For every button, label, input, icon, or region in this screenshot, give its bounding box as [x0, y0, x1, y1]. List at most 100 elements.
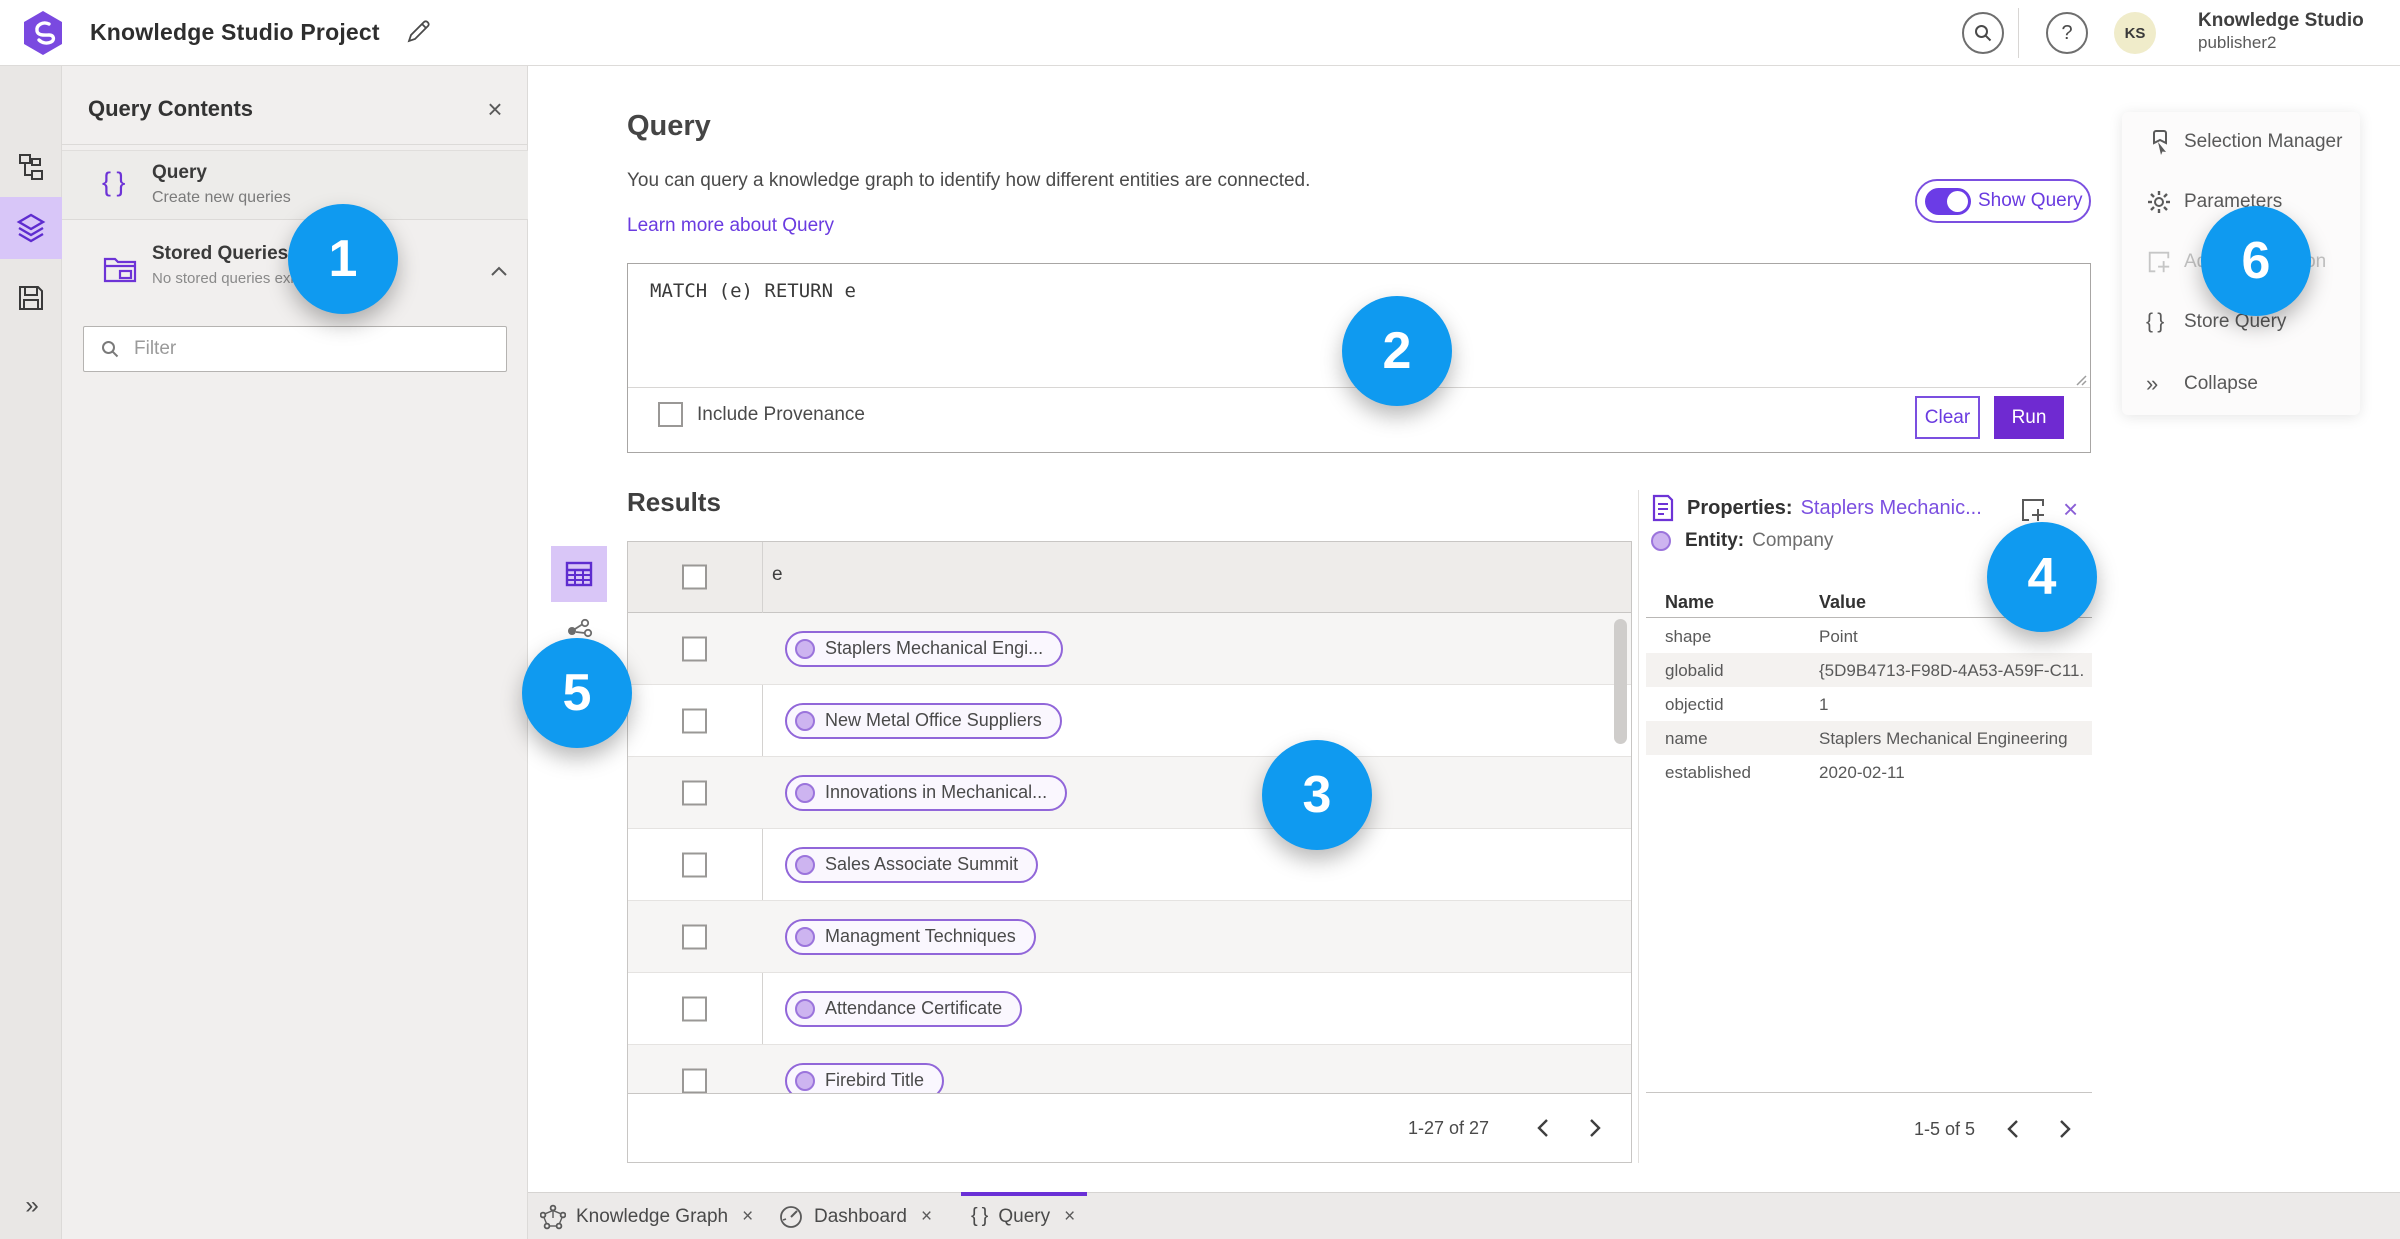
entity-dot-icon — [795, 1070, 815, 1091]
avatar[interactable]: KS — [2114, 12, 2156, 54]
include-provenance-checkbox[interactable] — [658, 402, 683, 427]
show-query-toggle-button[interactable]: Show Query — [1915, 179, 2091, 223]
rail-item-layers-active[interactable] — [0, 197, 62, 259]
row-checkbox[interactable] — [682, 1068, 707, 1093]
table-row[interactable]: Staplers Mechanical Engi... — [628, 613, 1631, 685]
property-row: established 2020-02-11 — [1646, 755, 2092, 789]
contents-panel-title: Query Contents — [88, 96, 254, 121]
braces-icon: { } — [2146, 310, 2165, 333]
learn-more-link[interactable]: Learn more about Query — [627, 215, 834, 237]
property-name: established — [1665, 763, 1752, 782]
selection-manager-icon — [2146, 128, 2180, 156]
filter-input[interactable] — [134, 338, 474, 360]
close-tab-icon[interactable]: × — [921, 1206, 932, 1228]
properties-prev-page-button[interactable] — [1996, 1112, 2030, 1146]
row-checkbox[interactable] — [682, 924, 707, 949]
entity-pill[interactable]: Firebird Title — [785, 1062, 945, 1093]
property-value: {5D9B4713-F98D-4A53-A59F-C11... — [1819, 661, 2084, 680]
property-name: shape — [1665, 627, 1712, 646]
help-button[interactable]: ? — [2046, 12, 2088, 54]
annotation-circle-3: 3 — [1262, 740, 1372, 850]
properties-rows: shape Point globalid {5D9B4713-F98D-4A53… — [1646, 619, 2092, 789]
entity-pill[interactable]: Innovations in Mechanical... — [785, 774, 1068, 811]
results-table: e Staplers Mechanical Engi... New Metal … — [627, 541, 1632, 1163]
entity-dot-icon — [795, 638, 815, 659]
entity-pill[interactable]: Managment Techniques — [785, 918, 1036, 955]
tab-dashboard[interactable]: Dashboard × — [778, 1193, 932, 1239]
expand-rail-button[interactable]: » — [0, 1178, 62, 1234]
annotation-circle-1: 1 — [288, 204, 398, 314]
table-view-button[interactable] — [551, 546, 607, 602]
page-title: Knowledge Studio Project — [90, 19, 380, 45]
table-row[interactable]: Sales Associate Summit — [628, 829, 1631, 901]
clear-button[interactable]: Clear — [1915, 396, 1980, 439]
tab-query-active[interactable]: { } Query × — [971, 1193, 1075, 1239]
properties-pagination-text: 1-5 of 5 — [1914, 1119, 1976, 1139]
properties-footer: 1-5 of 5 — [1646, 1092, 2092, 1163]
row-checkbox[interactable] — [682, 780, 707, 805]
tab-label: Dashboard — [814, 1205, 907, 1227]
tab-knowledge-graph[interactable]: Knowledge Graph × — [540, 1193, 753, 1239]
table-row[interactable]: Firebird Title — [628, 1045, 1631, 1093]
entity-pill[interactable]: Staplers Mechanical Engi... — [785, 630, 1064, 667]
select-all-checkbox[interactable] — [682, 564, 707, 590]
annotation-circle-4: 4 — [1987, 522, 2097, 632]
chevron-left-icon — [2007, 1120, 2018, 1138]
annotation-circle-6: 6 — [2201, 206, 2311, 316]
add-to-selection-icon — [2146, 249, 2180, 275]
toggle-on-switch[interactable] — [1925, 187, 1971, 215]
double-chevron-right-icon: » — [25, 1192, 38, 1219]
entity-pill[interactable]: Sales Associate Summit — [785, 846, 1039, 883]
entity-pill[interactable]: New Metal Office Suppliers — [785, 702, 1062, 739]
properties-next-page-button[interactable] — [2048, 1112, 2082, 1146]
entity-dot-icon — [795, 998, 815, 1019]
entity-pill[interactable]: Attendance Certificate — [785, 990, 1023, 1027]
knowledge-studio-logo-icon — [24, 11, 62, 55]
stored-queries-folder-icon — [102, 252, 138, 291]
rail-item-save[interactable] — [0, 267, 62, 329]
results-scrollbar-thumb[interactable] — [1614, 619, 1627, 744]
table-row[interactable]: New Metal Office Suppliers — [628, 685, 1631, 757]
hierarchy-icon — [19, 154, 43, 180]
properties-entity-link[interactable]: Staplers Mechanic... — [1801, 497, 1982, 520]
entity-type: Company — [1752, 530, 1834, 551]
search-button[interactable] — [1962, 12, 2004, 54]
table-row[interactable]: Managment Techniques — [628, 901, 1631, 973]
header-divider — [2018, 8, 2019, 58]
contents-item-query[interactable]: { } Query Create new queries — [62, 150, 528, 220]
table-row[interactable]: Attendance Certificate — [628, 973, 1631, 1045]
contents-close-button[interactable]: × — [478, 92, 512, 126]
close-tab-icon[interactable]: × — [742, 1206, 753, 1228]
divider — [62, 144, 528, 145]
row-checkbox[interactable] — [682, 852, 707, 877]
row-checkbox[interactable] — [682, 636, 707, 661]
results-next-page-button[interactable] — [1578, 1111, 1612, 1145]
table-row[interactable]: Innovations in Mechanical... — [628, 757, 1631, 829]
app-window: Knowledge Studio Project ? KS Knowledge … — [0, 0, 2400, 1239]
edit-title-icon[interactable] — [404, 18, 432, 46]
property-value: 1 — [1819, 695, 1829, 714]
chevron-up-icon — [491, 266, 507, 276]
property-row: objectid 1 — [1646, 687, 2092, 721]
row-checkbox[interactable] — [682, 708, 707, 733]
toggle-knob — [1947, 190, 1968, 212]
query-text-editor[interactable]: MATCH (e) RETURN e — [650, 280, 856, 302]
collapse-section-button[interactable] — [490, 264, 508, 282]
resize-handle[interactable] — [2073, 372, 2087, 386]
run-button[interactable]: Run — [1994, 396, 2064, 439]
close-tab-icon[interactable]: × — [1064, 1206, 1075, 1228]
property-name: globalid — [1665, 661, 1724, 680]
menu-item-collapse[interactable]: » Collapse — [2122, 354, 2360, 414]
rail-item-hierarchy[interactable] — [0, 136, 62, 198]
properties-close-button[interactable]: × — [2063, 494, 2078, 525]
left-icon-rail — [0, 66, 62, 1239]
filter-search-icon — [102, 341, 119, 358]
stored-query-filter[interactable] — [83, 326, 507, 372]
annotation-circle-2: 2 — [1342, 296, 1452, 406]
row-checkbox[interactable] — [682, 996, 707, 1021]
results-prev-page-button[interactable] — [1526, 1111, 1560, 1145]
menu-item-label: Store Query — [2184, 311, 2287, 332]
add-to-selection-icon — [2022, 499, 2044, 521]
menu-item-selection-manager[interactable]: Selection Manager — [2122, 112, 2360, 172]
menu-item-label: Selection Manager — [2184, 131, 2343, 152]
